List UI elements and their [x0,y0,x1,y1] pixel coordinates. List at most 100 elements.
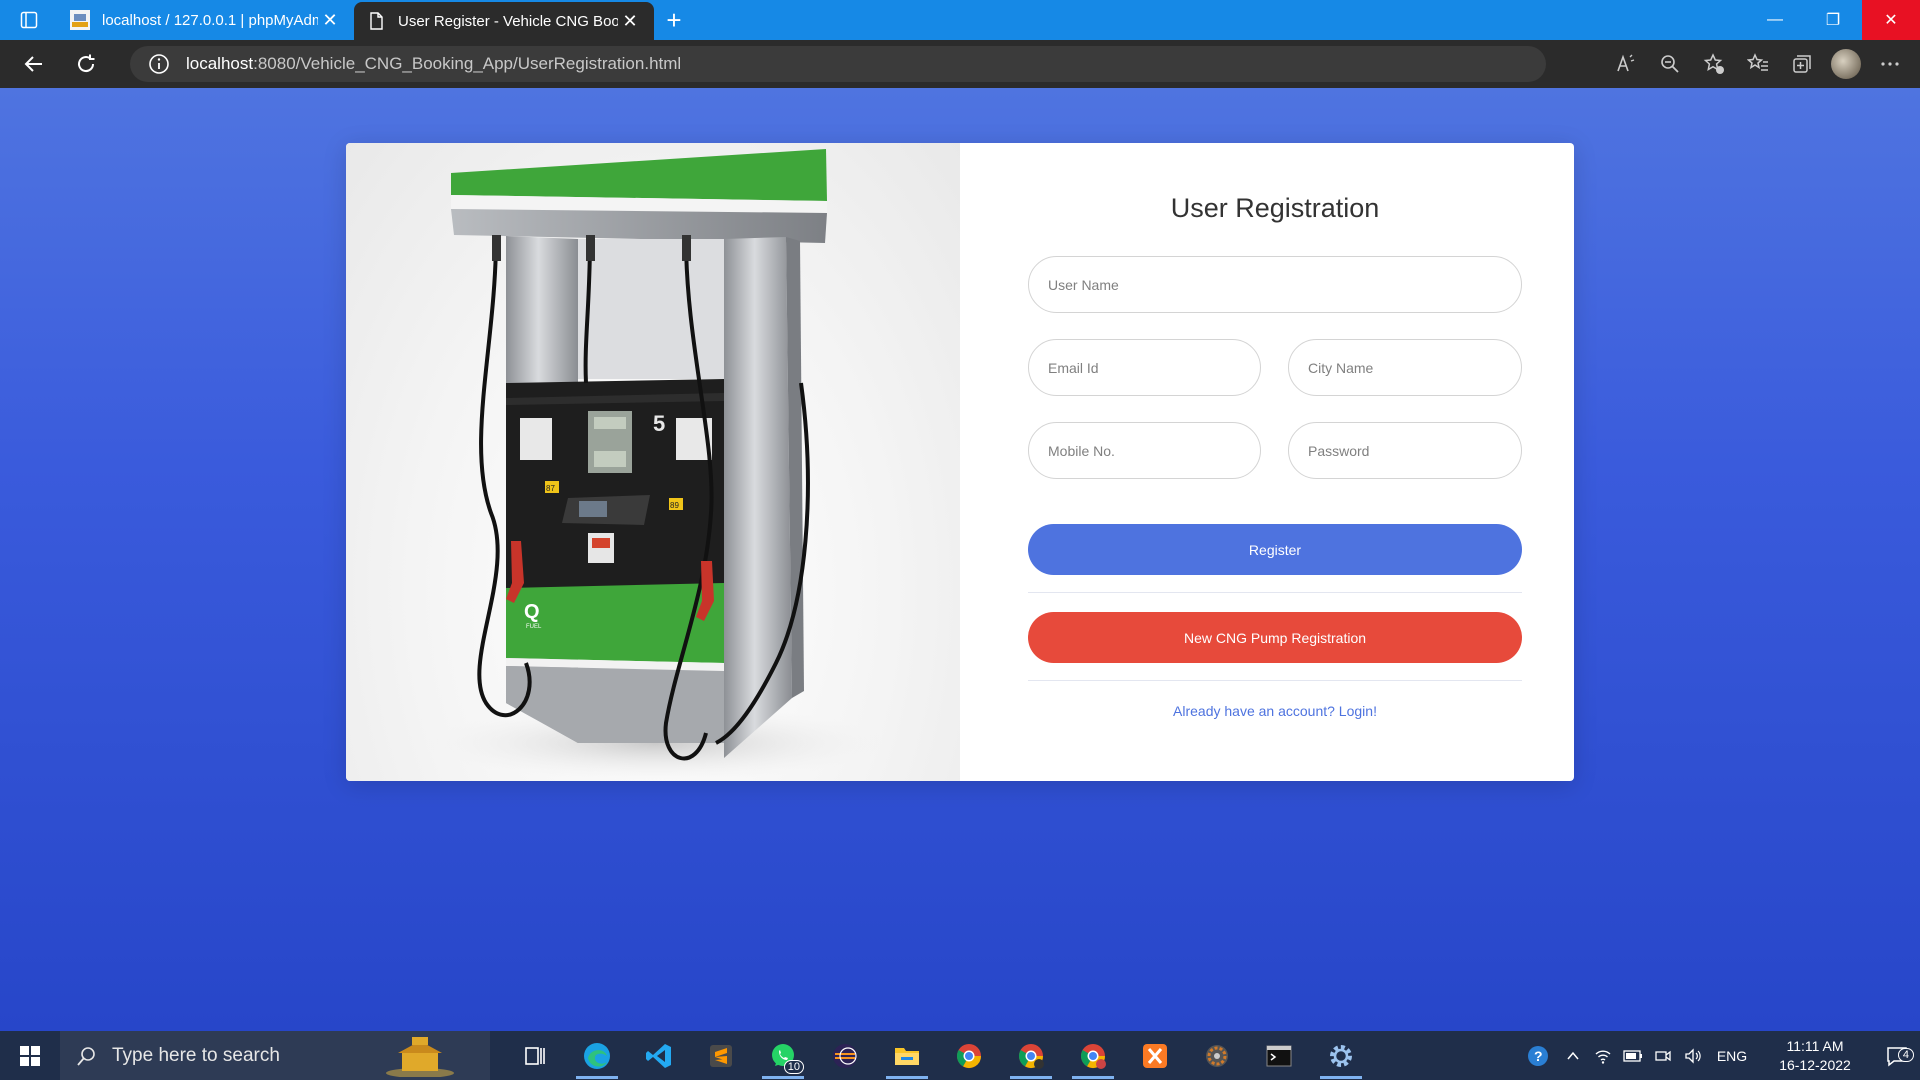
brand-logo-sub: FUEL [526,624,542,630]
site-info-icon[interactable] [148,53,170,75]
taskbar-eclipse[interactable] [814,1031,876,1080]
taskbar-chrome-profile-1[interactable] [1000,1031,1062,1080]
help-tray-button[interactable]: ? [1518,1044,1558,1068]
url-field[interactable]: localhost:8080/Vehicle_CNG_Booking_App/U… [130,46,1546,82]
tab-phpmyadmin[interactable]: localhost / 127.0.0.1 | phpMyAdmin ✕ [58,0,354,40]
taskbar-sublime[interactable] [690,1031,752,1080]
network-tray-button[interactable] [1588,1047,1618,1065]
city-input[interactable] [1288,339,1522,396]
taskbar-edge[interactable] [566,1031,628,1080]
collections-button[interactable] [1780,40,1824,88]
mobile-input[interactable] [1028,422,1261,479]
divider [1028,592,1522,593]
taskbar-file-explorer[interactable] [876,1031,938,1080]
password-input[interactable] [1288,422,1522,479]
taskbar-chrome-profile-2[interactable] [1062,1031,1124,1080]
new-tab-button[interactable]: + [654,0,694,40]
clock-time: 11:11 AM [1786,1037,1844,1054]
sublime-text-icon [710,1044,732,1067]
taskbar-vscode[interactable] [628,1031,690,1080]
taskbar-settings-app[interactable] [1186,1031,1248,1080]
eclipse-icon [833,1043,857,1068]
refresh-icon [78,54,95,73]
svg-text:?: ? [1534,1048,1543,1064]
chrome-icon [956,1043,981,1068]
taskbar-xampp[interactable] [1124,1031,1186,1080]
browser-toolbar [1604,40,1912,88]
meet-now-tray-button[interactable] [1648,1047,1678,1065]
windows-logo-icon [20,1045,40,1066]
username-input[interactable] [1028,256,1522,313]
new-cng-pump-registration-button[interactable]: New CNG Pump Registration [1028,612,1522,663]
read-aloud-button[interactable] [1604,40,1648,88]
taskbar-search-box[interactable]: Type here to search [60,1031,490,1080]
taskbar-settings[interactable] [1310,1031,1372,1080]
chrome-icon [1018,1043,1044,1069]
profile-button[interactable] [1824,40,1868,88]
pinned-apps: 10 [504,1031,1372,1080]
avatar [1831,49,1861,79]
notification-count: 4 [1897,1047,1914,1062]
address-bar-row: localhost:8080/Vehicle_CNG_Booking_App/U… [0,40,1920,88]
close-window-button[interactable]: ✕ [1862,0,1920,40]
volume-tray-button[interactable] [1678,1047,1708,1065]
close-tab-icon[interactable]: ✕ [618,11,642,32]
more-icon [1881,62,1899,66]
grade-right-label: 89 [670,501,679,510]
chevron-up-icon [1567,1051,1579,1059]
window-controls: — ❐ ✕ [1746,0,1920,40]
task-view-button[interactable] [504,1031,566,1080]
minimize-button[interactable]: — [1746,0,1804,40]
edge-icon [584,1042,610,1069]
refresh-button[interactable] [60,40,112,88]
brand-logo-letter: Q [524,601,540,623]
settings-more-button[interactable] [1868,40,1912,88]
wifi-icon [1595,1049,1611,1064]
search-placeholder: Type here to search [112,1044,280,1066]
taskbar-chrome[interactable] [938,1031,1000,1080]
clock-date: 16-12-2022 [1779,1056,1851,1073]
restore-button[interactable]: ❐ [1804,0,1862,40]
back-button[interactable] [8,40,60,88]
phpmyadmin-favicon-icon [70,10,90,30]
notifications-button[interactable]: 4 [1874,1044,1920,1068]
tab-title: User Register - Vehicle CNG Booking App [398,12,618,30]
folder-icon [895,1047,919,1065]
battery-tray-button[interactable] [1618,1049,1648,1063]
url-host: localhost [186,54,254,73]
show-hidden-icons-button[interactable] [1558,1048,1588,1064]
search-icon [77,1046,95,1066]
clock[interactable]: 11:11 AM 16-12-2022 [1770,1037,1860,1075]
email-input[interactable] [1028,339,1261,396]
xampp-icon [1143,1043,1167,1068]
add-favorite-button[interactable] [1692,40,1736,88]
favorites-button[interactable] [1736,40,1780,88]
register-button[interactable]: Register [1028,524,1522,575]
tab-actions-menu[interactable] [0,0,58,40]
grade-left-label: 87 [546,484,555,493]
url-path: :8080/Vehicle_CNG_Booking_App/UserRegist… [253,54,682,73]
page-favicon-icon [370,12,383,30]
chrome-icon [1080,1043,1106,1069]
fuel-pump-illustration: 5 87 89 Q FUEL [346,143,960,781]
registration-form: User Registration Register New CNG Pump … [1028,143,1522,781]
divider [1028,680,1522,681]
pump-number: 5 [653,411,665,436]
taskbar-terminal[interactable] [1248,1031,1310,1080]
language-indicator[interactable]: ENG [1708,1048,1756,1064]
gear-app-icon [1206,1044,1228,1067]
start-button[interactable] [0,1031,60,1080]
login-link[interactable]: Already have an account? Login! [1028,703,1522,719]
gear-icon [1330,1044,1352,1067]
speaker-icon [1685,1047,1701,1064]
read-aloud-icon [1617,54,1635,72]
fuel-pump-image: 5 87 89 Q FUEL [426,149,886,781]
taskbar-whatsapp[interactable]: 10 [752,1031,814,1080]
windows-taskbar: Type here to search 10 ? ENG 11:11 AM 16… [0,1031,1920,1080]
task-view-icon [525,1046,545,1065]
tab-user-register[interactable]: User Register - Vehicle CNG Booking App … [354,2,654,40]
close-tab-icon[interactable]: ✕ [318,10,342,31]
camera-icon [1655,1050,1671,1061]
whatsapp-badge: 10 [783,1060,804,1074]
zoom-button[interactable] [1648,40,1692,88]
